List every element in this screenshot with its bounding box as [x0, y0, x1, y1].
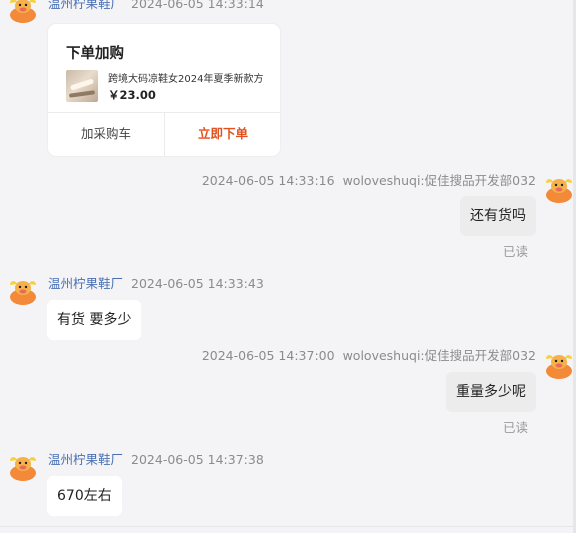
buy-now-button[interactable]: 立即下单 [165, 112, 281, 156]
message-time: 2024-06-05 14:33:14 [131, 0, 264, 11]
message-meta: 温州柠果鞋厂 2024-06-05 14:33:43 [48, 276, 264, 292]
read-status: 已读 [502, 420, 528, 435]
message-meta: 温州柠果鞋厂 2024-06-05 14:33:14 [48, 0, 264, 12]
cow-avatar-icon [8, 276, 38, 306]
sender-name[interactable]: 温州柠果鞋厂 [48, 0, 123, 11]
sender-name[interactable]: 温州柠果鞋厂 [48, 276, 123, 291]
cow-avatar-icon [544, 350, 574, 380]
cow-avatar-icon [8, 452, 38, 482]
message-meta: 2024-06-05 14:37:00 woloveshuqi:促佳搜品开发部03… [202, 348, 536, 364]
message-bubble[interactable]: 670左右 [47, 476, 122, 516]
product-price: ￥23.00 [108, 88, 156, 102]
input-area-divider [0, 526, 576, 527]
product-thumbnail[interactable] [66, 70, 98, 102]
order-card-title: 下单加购 [66, 46, 124, 62]
message-bubble[interactable]: 有货 要多少 [47, 300, 142, 340]
add-to-cart-button[interactable]: 加采购车 [48, 112, 164, 156]
message-time: 2024-06-05 14:37:00 [201, 348, 335, 363]
read-status: 已读 [502, 244, 528, 259]
cow-avatar-icon [8, 0, 38, 24]
sender-name: woloveshuqi:促佳搜品开发部032 [342, 348, 536, 363]
message-bubble[interactable]: 重量多少呢 [446, 372, 536, 412]
message-time: 2024-06-05 14:33:16 [201, 173, 335, 188]
message-meta: 2024-06-05 14:33:16 woloveshuqi:促佳搜品开发部03… [202, 173, 536, 189]
message-meta: 温州柠果鞋厂 2024-06-05 14:37:38 [48, 452, 264, 468]
message-bubble[interactable]: 还有货吗 [460, 196, 536, 236]
sender-name: woloveshuqi:促佳搜品开发部032 [342, 173, 536, 188]
sender-name[interactable]: 温州柠果鞋厂 [48, 452, 123, 467]
product-name[interactable]: 跨境大码凉鞋女2024年夏季新款方 [108, 70, 264, 85]
message-time: 2024-06-05 14:37:38 [131, 452, 264, 467]
message-time: 2024-06-05 14:33:43 [131, 276, 264, 291]
cow-avatar-icon [544, 174, 574, 204]
order-card: 下单加购 跨境大码凉鞋女2024年夏季新款方 ￥23.00 加采购车 立即下单 [48, 24, 280, 156]
